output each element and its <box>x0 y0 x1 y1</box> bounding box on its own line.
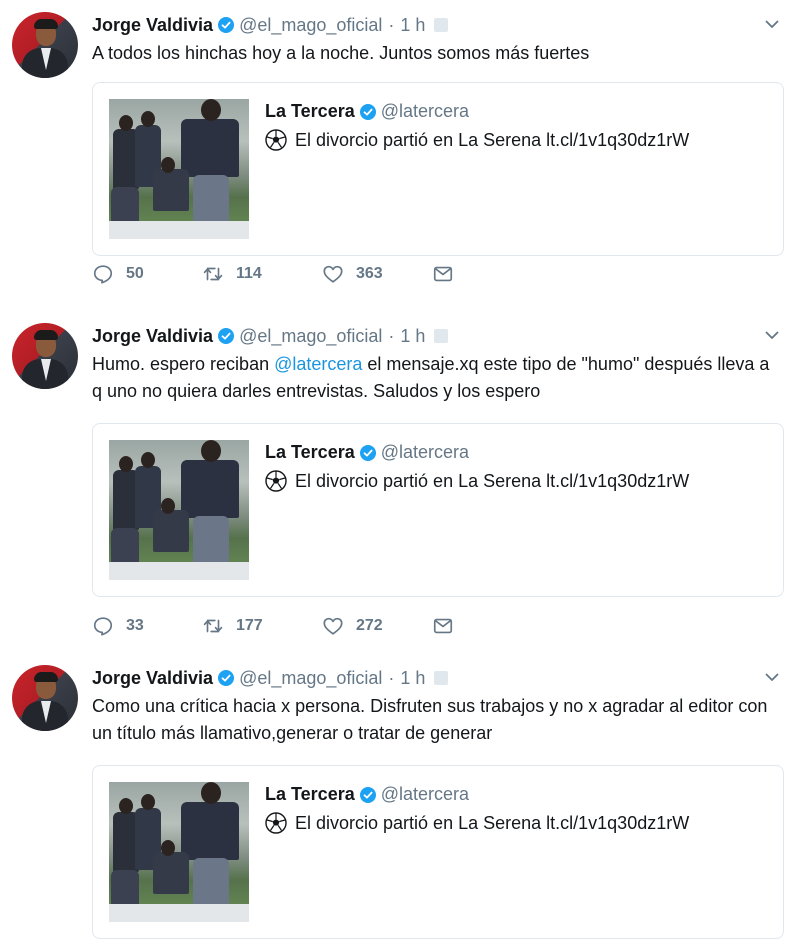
tweet-text: Como una crítica hacia x persona. Disfru… <box>92 696 768 743</box>
like-button[interactable]: 363 <box>322 263 432 285</box>
author-name[interactable]: Jorge Valdivia <box>92 326 213 347</box>
like-count: 363 <box>356 265 383 282</box>
card-text: El divorcio partió en La Serena lt.cl/1v… <box>295 129 690 150</box>
link-card[interactable]: La Tercera @latercera El divorcio partió… <box>92 765 784 939</box>
card-header: La Tercera @latercera <box>265 784 469 805</box>
author-handle[interactable]: @el_mago_oficial <box>239 668 382 689</box>
card-header: La Tercera @latercera <box>265 101 469 122</box>
card-text-row: El divorcio partió en La Serena lt.cl/1v… <box>265 129 689 151</box>
timestamp[interactable]: 1 h <box>400 668 425 689</box>
card-text-row: El divorcio partió en La Serena lt.cl/1v… <box>265 470 689 492</box>
card-text-row: El divorcio partió en La Serena lt.cl/1v… <box>265 812 689 834</box>
chevron-down-icon[interactable] <box>764 327 780 343</box>
retweet-icon <box>203 267 223 281</box>
retweet-count: 114 <box>236 265 262 282</box>
tweet-header: Jorge Valdivia @el_mago_oficial · 1 h <box>92 323 449 349</box>
reply-button[interactable]: 50 <box>92 263 202 285</box>
tweet-text-part: Humo. espero reciban <box>92 354 275 374</box>
tweet-header: Jorge Valdivia @el_mago_oficial · 1 h <box>92 665 449 691</box>
retweet-button[interactable]: 177 <box>202 615 322 637</box>
retweet-button[interactable]: 114 <box>202 263 322 285</box>
like-button[interactable]: 272 <box>322 615 432 637</box>
verified-badge-icon <box>218 17 235 33</box>
mention-link[interactable]: @latercera <box>274 354 362 374</box>
separator: · <box>388 14 395 35</box>
chevron-down-icon[interactable] <box>764 16 780 32</box>
link-card[interactable]: La Tercera @latercera El divorcio partió… <box>92 82 784 256</box>
like-count: 272 <box>356 617 383 634</box>
card-thumbnail <box>109 440 249 580</box>
direct-message-button[interactable] <box>432 615 454 637</box>
tweet-actions: 50 114 363 <box>92 262 454 286</box>
card-author-name[interactable]: La Tercera <box>265 784 355 805</box>
avatar[interactable] <box>12 323 78 389</box>
card-author-handle[interactable]: @latercera <box>381 442 469 463</box>
translate-icon <box>434 18 449 32</box>
card-thumbnail <box>109 99 249 239</box>
chevron-down-icon[interactable] <box>764 669 780 685</box>
tweet-actions: 33 177 272 <box>92 614 454 638</box>
card-author-handle[interactable]: @latercera <box>381 784 469 805</box>
reply-count: 50 <box>126 265 144 282</box>
tweet-header: Jorge Valdivia @el_mago_oficial · 1 h <box>92 12 449 38</box>
retweet-icon <box>203 619 223 633</box>
card-author-name[interactable]: La Tercera <box>265 442 355 463</box>
timestamp[interactable]: 1 h <box>400 326 425 347</box>
verified-badge-icon <box>218 670 235 686</box>
retweet-count: 177 <box>236 617 263 634</box>
soccer-ball-icon <box>265 812 287 834</box>
tweet-text: Humo. espero reciban @latercera el mensa… <box>92 351 772 405</box>
translate-icon <box>434 329 449 343</box>
tweet[interactable]: Jorge Valdivia @el_mago_oficial · 1 h Hu… <box>0 311 800 654</box>
card-thumbnail <box>109 782 249 922</box>
tweet[interactable]: Jorge Valdivia @el_mago_oficial · 1 h A … <box>0 0 800 343</box>
avatar[interactable] <box>12 12 78 78</box>
card-author-handle[interactable]: @latercera <box>381 101 469 122</box>
reply-icon <box>93 265 113 284</box>
card-text: El divorcio partió en La Serena lt.cl/1v… <box>295 812 690 833</box>
direct-message-button[interactable] <box>432 263 454 285</box>
direct-message-icon <box>433 618 453 634</box>
tweet-text: A todos los hinchas hoy a la noche. Junt… <box>92 43 590 63</box>
reply-count: 33 <box>126 617 144 634</box>
card-text: El divorcio partió en La Serena lt.cl/1v… <box>295 470 690 491</box>
card-author-name[interactable]: La Tercera <box>265 101 355 122</box>
translate-icon <box>434 671 449 685</box>
direct-message-icon <box>433 266 453 282</box>
tweet[interactable]: Jorge Valdivia @el_mago_oficial · 1 h Co… <box>0 653 800 944</box>
link-card[interactable]: La Tercera @latercera El divorcio partió… <box>92 423 784 597</box>
verified-badge-icon <box>359 786 376 803</box>
card-header: La Tercera @latercera <box>265 442 469 463</box>
author-handle[interactable]: @el_mago_oficial <box>239 326 382 347</box>
reply-button[interactable]: 33 <box>92 615 202 637</box>
like-icon <box>323 617 343 635</box>
separator: · <box>388 325 395 346</box>
verified-badge-icon <box>218 328 235 344</box>
author-name[interactable]: Jorge Valdivia <box>92 15 213 36</box>
timestamp[interactable]: 1 h <box>400 15 425 36</box>
author-name[interactable]: Jorge Valdivia <box>92 668 213 689</box>
soccer-ball-icon <box>265 129 287 151</box>
verified-badge-icon <box>359 103 376 120</box>
soccer-ball-icon <box>265 470 287 492</box>
avatar[interactable] <box>12 665 78 731</box>
separator: · <box>388 667 395 688</box>
author-handle[interactable]: @el_mago_oficial <box>239 15 382 36</box>
reply-icon <box>93 617 113 636</box>
verified-badge-icon <box>359 444 376 461</box>
like-icon <box>323 265 343 283</box>
